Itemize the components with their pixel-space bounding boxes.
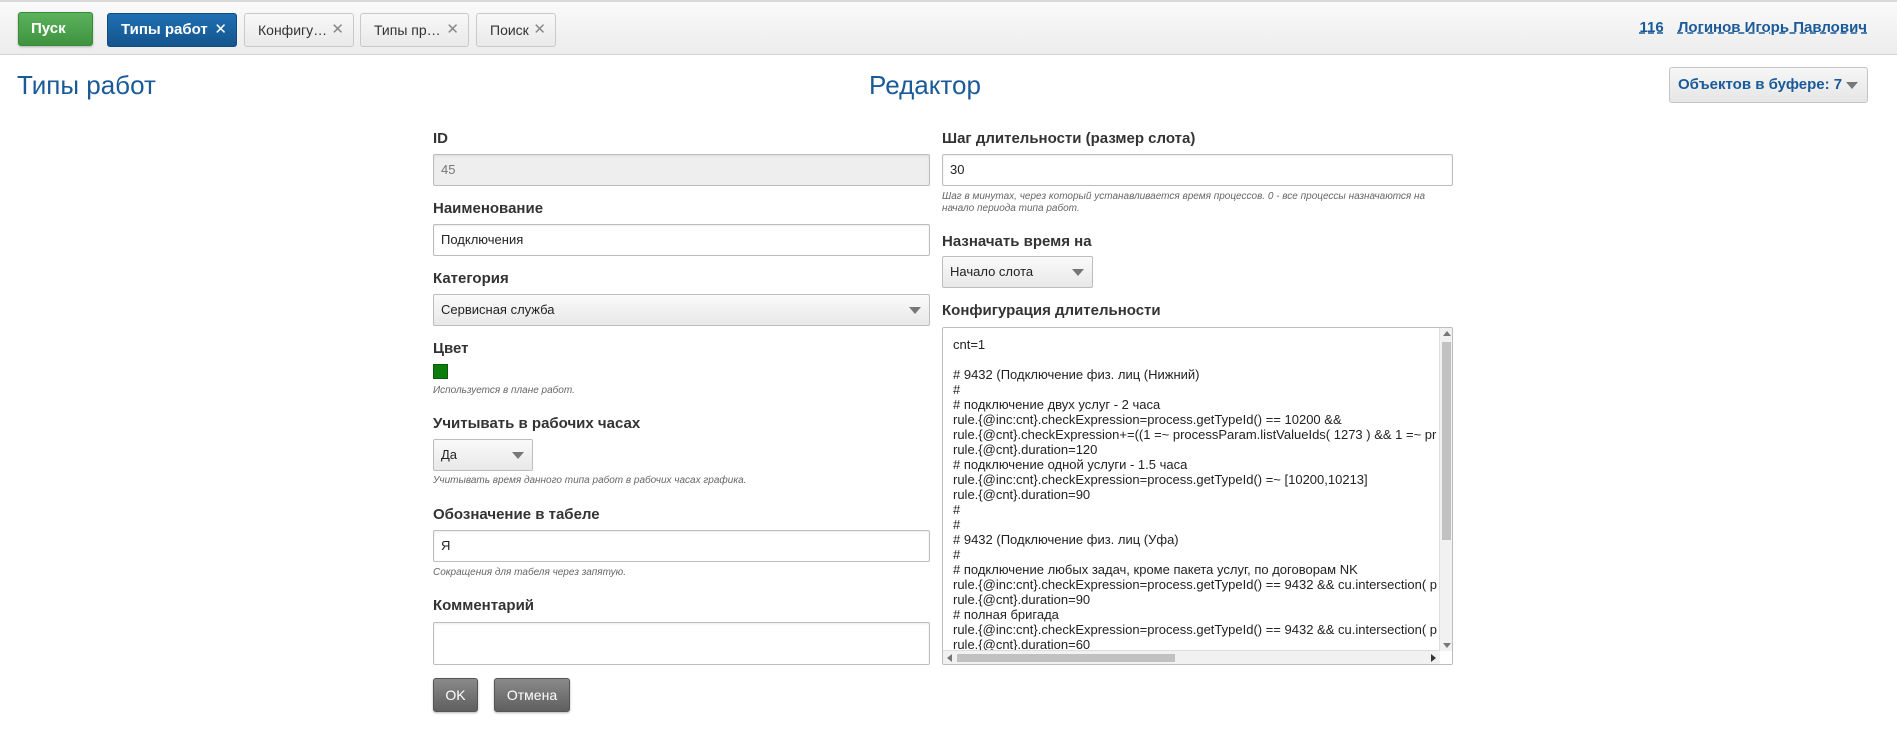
tab-configuration[interactable]: Конфигу… ✕ <box>244 13 354 47</box>
scroll-thumb[interactable] <box>1442 342 1451 540</box>
tab-search[interactable]: Поиск ✕ <box>476 13 556 47</box>
chevron-down-icon <box>512 452 524 459</box>
config-line: # подключение одной услуги - 1.5 часа <box>953 457 1188 472</box>
config-line: # 9432 (Подключение физ. лиц (Нижний) <box>953 367 1200 382</box>
scroll-thumb[interactable] <box>957 654 1175 662</box>
config-line <box>953 352 1441 367</box>
top-toolbar: Пуск Типы работ ✕ Конфигу… ✕ Типы пр… ✕ … <box>0 0 1897 55</box>
tab-label: Конфигу… <box>258 22 328 38</box>
tab-label: Поиск <box>490 22 529 38</box>
step-label: Шаг длительности (размер слота) <box>942 130 1196 147</box>
scroll-left-icon[interactable] <box>947 654 952 662</box>
config-label: Конфигурация длительности <box>942 302 1161 319</box>
category-label: Категория <box>433 270 509 287</box>
close-icon[interactable]: ✕ <box>533 14 546 46</box>
config-line: rule.{@cnt}.checkExpression+=((1 =~ proc… <box>953 427 1437 442</box>
id-field[interactable]: 45 <box>433 154 930 186</box>
scroll-up-icon[interactable] <box>1443 331 1451 336</box>
color-swatch[interactable] <box>433 364 448 379</box>
work-hours-hint: Учитывать время данного типа работ в раб… <box>433 475 747 486</box>
step-hint-line: Шаг в минутах, через который устанавлива… <box>942 191 1426 202</box>
editor-title: Редактор <box>869 70 981 100</box>
config-line: rule.{@inc:cnt}.checkExpression=process.… <box>953 412 1342 427</box>
close-icon[interactable]: ✕ <box>331 14 344 46</box>
chevron-down-icon <box>1846 82 1858 89</box>
horizontal-scrollbar[interactable] <box>943 650 1440 664</box>
config-textarea[interactable]: cnt=1 # 9432 (Подключение физ. лиц (Нижн… <box>942 327 1453 665</box>
work-hours-label: Учитывать в рабочих часах <box>433 415 641 432</box>
category-value: Сервисная служба <box>441 302 555 317</box>
config-line: rule.{@inc:cnt}.checkExpression=process.… <box>953 472 1368 487</box>
chevron-down-icon <box>909 307 921 314</box>
assign-value: Начало слота <box>950 264 1034 279</box>
color-label: Цвет <box>433 340 469 357</box>
buffer-dropdown[interactable]: Объектов в буфере: 7 <box>1669 67 1868 103</box>
config-line: rule.{@cnt}.duration=60 <box>953 637 1091 651</box>
tab-work-types[interactable]: Типы работ ✕ <box>107 13 237 47</box>
page-title: Типы работ <box>17 70 156 100</box>
step-field[interactable]: 30 <box>942 154 1453 186</box>
config-text[interactable]: cnt=1 # 9432 (Подключение физ. лиц (Нижн… <box>953 337 1441 651</box>
cancel-button[interactable]: Отмена <box>494 678 570 712</box>
config-line: rule.{@cnt}.duration=90 <box>953 592 1091 607</box>
tab-label: Типы пр… <box>374 22 441 38</box>
vertical-scrollbar[interactable] <box>1439 328 1452 651</box>
table-label: Обозначение в табеле <box>433 506 600 523</box>
config-line: cnt=1 <box>953 337 986 352</box>
ok-button[interactable]: OK <box>433 678 478 712</box>
tab-label: Типы работ <box>121 21 208 38</box>
id-label: ID <box>433 130 448 147</box>
name-field[interactable]: Подключения <box>433 224 930 256</box>
config-line: # подключение двух услуг - 2 часа <box>953 397 1161 412</box>
scroll-down-icon[interactable] <box>1443 643 1451 648</box>
config-line: # <box>953 517 961 532</box>
buffer-label: Объектов в буфере: 7 <box>1678 76 1843 93</box>
name-label: Наименование <box>433 200 544 217</box>
config-line: rule.{@cnt}.duration=90 <box>953 487 1091 502</box>
chevron-down-icon <box>1072 269 1084 276</box>
config-line: # подключение любых задач, кроме пакета … <box>953 562 1358 577</box>
user-name-link[interactable]: Логинов Игорь Павлович <box>1678 19 1867 36</box>
config-line: # <box>953 502 961 517</box>
user-area: 116 Логинов Игорь Павлович <box>1640 19 1867 36</box>
close-icon[interactable]: ✕ <box>446 14 459 46</box>
work-hours-value: Да <box>441 447 458 462</box>
comment-field[interactable] <box>433 622 930 665</box>
tab-process-types[interactable]: Типы пр… ✕ <box>360 13 469 47</box>
config-line: rule.{@cnt}.duration=120 <box>953 442 1098 457</box>
work-hours-select[interactable]: Да <box>433 439 533 471</box>
comment-label: Комментарий <box>433 597 535 614</box>
assign-label: Назначать время на <box>942 233 1092 250</box>
scroll-right-icon[interactable] <box>1431 654 1436 662</box>
assign-select[interactable]: Начало слота <box>942 256 1093 288</box>
table-hint: Сокращения для табеля через запятую. <box>433 567 626 578</box>
close-icon[interactable]: ✕ <box>214 14 227 46</box>
category-select[interactable]: Сервисная служба <box>433 294 930 326</box>
config-line: # полная бригада <box>953 607 1059 622</box>
table-field[interactable]: Я <box>433 530 930 562</box>
config-line: rule.{@inc:cnt}.checkExpression=process.… <box>953 577 1437 592</box>
step-hint: Шаг в минутах, через который устанавлива… <box>942 191 1453 215</box>
color-hint: Используется в плане работ. <box>433 385 575 396</box>
config-line: rule.{@inc:cnt}.checkExpression=process.… <box>953 622 1437 637</box>
step-hint-line: начало периода типа работ. <box>942 203 1080 214</box>
config-line: # <box>953 382 961 397</box>
config-line: # <box>953 547 961 562</box>
config-line: # 9432 (Подключение физ. лиц (Уфа) <box>953 532 1179 547</box>
user-number-link[interactable]: 116 <box>1640 19 1664 36</box>
start-button[interactable]: Пуск <box>18 12 93 46</box>
